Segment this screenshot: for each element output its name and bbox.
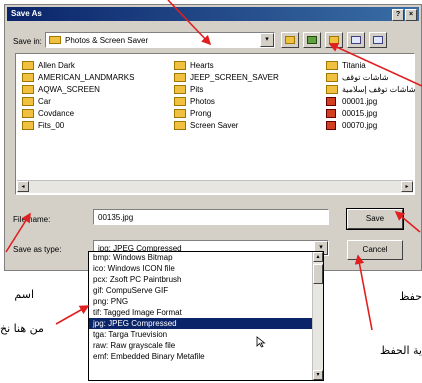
- arrow-to-cancel-button: [354, 254, 373, 331]
- arrow-to-type-list: [55, 305, 90, 325]
- arrow-to-toolbar: [328, 42, 422, 87]
- arrow-to-save-in: [167, 0, 212, 46]
- arrow-to-file-name: [5, 212, 31, 253]
- annotation-arrows: [5, 0, 422, 331]
- arrow-to-save-button: [394, 210, 421, 233]
